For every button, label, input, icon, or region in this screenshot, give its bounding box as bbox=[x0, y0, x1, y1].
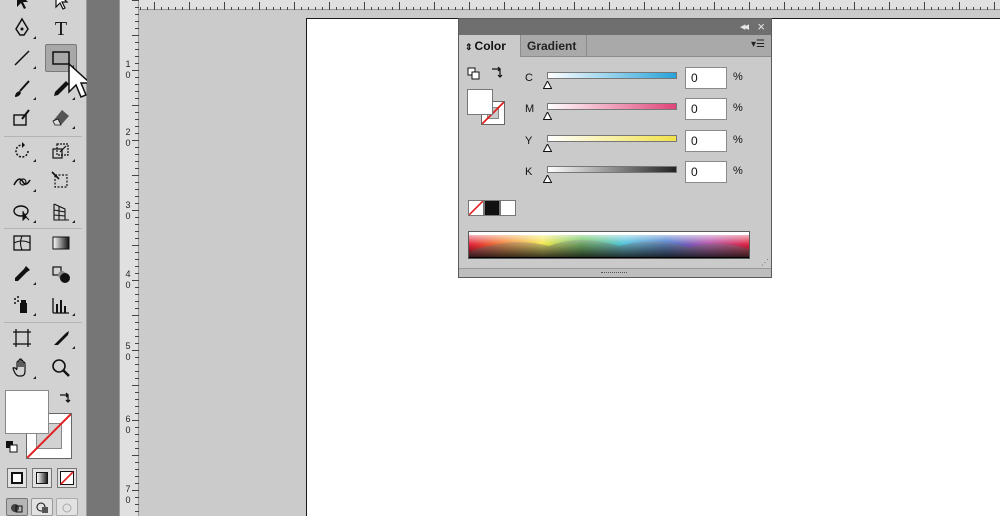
slider-label: Y bbox=[525, 135, 533, 147]
panel-default-colors-icon[interactable] bbox=[467, 67, 481, 81]
free-transform-icon[interactable] bbox=[45, 167, 77, 195]
slider-ramp[interactable] bbox=[547, 103, 677, 110]
tab-color[interactable]: ⇕ Color bbox=[459, 35, 521, 57]
eyedropper-icon[interactable] bbox=[6, 260, 38, 288]
ruler-label: 0 bbox=[125, 352, 131, 362]
symbol-sprayer-icon[interactable] bbox=[6, 291, 38, 319]
slider-k[interactable]: K 0% bbox=[523, 161, 763, 186]
slider-value-input[interactable]: 0 bbox=[685, 98, 727, 120]
blob-brush-icon[interactable] bbox=[6, 104, 38, 132]
slider-label: C bbox=[525, 72, 533, 84]
double-chevron-left-icon[interactable]: ◂◂ bbox=[740, 20, 749, 33]
slider-y[interactable]: Y 0% bbox=[523, 130, 763, 155]
horizontal-ruler[interactable] bbox=[119, 0, 1000, 10]
panel-fill-swatch[interactable] bbox=[467, 89, 493, 115]
direct-selection-arrow-icon[interactable] bbox=[45, 0, 77, 14]
ruler-label: 1 bbox=[125, 59, 131, 69]
pen-icon[interactable] bbox=[6, 14, 38, 42]
slider-unit: % bbox=[733, 134, 743, 146]
eraser-icon[interactable] bbox=[45, 104, 77, 132]
slider-ramp[interactable] bbox=[547, 72, 677, 79]
close-x-icon[interactable]: × bbox=[757, 19, 765, 34]
swatch-none[interactable] bbox=[468, 200, 484, 216]
line-segment-icon[interactable] bbox=[6, 44, 38, 72]
slider-thumb-icon[interactable] bbox=[542, 142, 553, 152]
ruler-label: 0 bbox=[125, 211, 131, 221]
panel-resize-grip[interactable] bbox=[459, 268, 771, 277]
column-graph-icon[interactable] bbox=[45, 291, 77, 319]
draw-normal-icon[interactable] bbox=[6, 498, 28, 516]
ruler-label: 3 bbox=[125, 200, 131, 210]
slider-m[interactable]: M 0% bbox=[523, 98, 763, 123]
tab-gradient-label: Gradient bbox=[527, 39, 577, 53]
ruler-label: 2 bbox=[125, 127, 131, 137]
tools-panel: T bbox=[0, 0, 92, 516]
warp-icon[interactable] bbox=[6, 167, 38, 195]
panel-tab-bar: ⇕ Color Gradient ▾☰ bbox=[459, 35, 771, 57]
panel-title-bar[interactable]: ◂◂ × bbox=[459, 19, 771, 35]
slider-label: K bbox=[525, 166, 533, 178]
slider-label: M bbox=[525, 103, 535, 115]
tab-color-label: Color bbox=[474, 39, 506, 53]
zoom-magnifier-icon[interactable] bbox=[45, 354, 77, 382]
mesh-icon[interactable] bbox=[6, 229, 38, 257]
slider-value-input[interactable]: 0 bbox=[685, 130, 727, 152]
slider-value-input[interactable]: 0 bbox=[685, 161, 727, 183]
shape-builder-icon[interactable] bbox=[6, 198, 38, 226]
ruler-label: 6 bbox=[125, 414, 131, 424]
fill-swatch[interactable] bbox=[5, 390, 49, 434]
vertical-ruler[interactable]: 10203040506070 bbox=[119, 0, 139, 516]
slider-ramp[interactable] bbox=[547, 135, 677, 142]
slider-value-input[interactable]: 0 bbox=[685, 67, 727, 89]
color-panel: ◂◂ × ⇕ Color Gradient ▾☰ C 0% M 0% Y 0% K 0% bbox=[458, 18, 772, 278]
svg-text:T: T bbox=[55, 18, 67, 39]
color-mode-icon[interactable] bbox=[7, 468, 27, 488]
blend-icon[interactable] bbox=[45, 260, 77, 288]
updown-arrows-icon: ⇕ bbox=[465, 42, 473, 52]
ruler-label: 0 bbox=[125, 425, 131, 435]
slider-thumb-icon[interactable] bbox=[542, 79, 553, 89]
panel-gutter bbox=[87, 0, 119, 516]
swap-fill-stroke-icon[interactable] bbox=[57, 391, 73, 405]
none-mode-icon[interactable] bbox=[57, 468, 77, 488]
type-icon[interactable]: T bbox=[45, 14, 77, 42]
slice-knife-icon[interactable] bbox=[45, 324, 77, 352]
swatch-black[interactable] bbox=[484, 200, 500, 216]
slider-unit: % bbox=[733, 165, 743, 177]
slider-thumb-icon[interactable] bbox=[542, 110, 553, 120]
ruler-label: 0 bbox=[125, 70, 131, 80]
rotate-icon[interactable] bbox=[6, 137, 38, 165]
resize-corner-icon[interactable]: ⋰ bbox=[761, 258, 769, 267]
panel-swap-icon[interactable] bbox=[490, 66, 504, 80]
gradient-icon[interactable] bbox=[45, 229, 77, 257]
ruler-label: 7 bbox=[125, 484, 131, 494]
ruler-label: 0 bbox=[125, 138, 131, 148]
slider-thumb-icon[interactable] bbox=[542, 173, 553, 183]
color-spectrum-bar[interactable] bbox=[468, 231, 750, 259]
tab-gradient[interactable]: Gradient bbox=[521, 35, 587, 57]
draw-behind-icon[interactable] bbox=[31, 498, 53, 516]
slider-c[interactable]: C 0% bbox=[523, 67, 763, 92]
ruler-label: 4 bbox=[125, 269, 131, 279]
slider-unit: % bbox=[733, 71, 743, 83]
ruler-label: 5 bbox=[125, 341, 131, 351]
paintbrush-icon[interactable] bbox=[6, 75, 38, 103]
perspective-grid-icon[interactable] bbox=[45, 198, 77, 226]
swatch-white[interactable] bbox=[500, 200, 516, 216]
ruler-label: 0 bbox=[125, 495, 131, 505]
draw-inside-icon[interactable] bbox=[56, 498, 78, 516]
default-colors-icon[interactable] bbox=[5, 440, 19, 454]
hand-icon[interactable] bbox=[6, 354, 38, 382]
slider-ramp[interactable] bbox=[547, 166, 677, 173]
selection-arrow-icon[interactable] bbox=[6, 0, 38, 14]
artboard-icon[interactable] bbox=[6, 324, 38, 352]
scale-icon[interactable] bbox=[45, 137, 77, 165]
ruler-label: 0 bbox=[125, 280, 131, 290]
panel-menu-icon[interactable]: ▾☰ bbox=[751, 39, 765, 50]
gradient-mode-icon[interactable] bbox=[32, 468, 52, 488]
slider-unit: % bbox=[733, 102, 743, 114]
